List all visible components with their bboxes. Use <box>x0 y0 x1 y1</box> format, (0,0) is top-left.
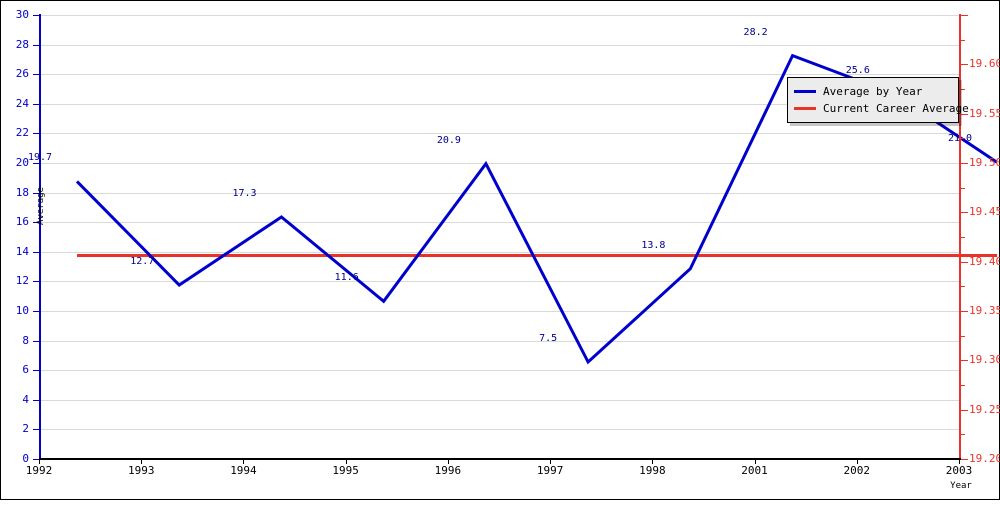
y-tick-left <box>33 103 39 105</box>
y-tick-right-minor <box>961 187 965 189</box>
y-tick-label-left: 30 <box>15 8 29 21</box>
y-tick-left <box>33 281 39 283</box>
y-tick-left <box>33 251 39 253</box>
legend-label-current-career-average: Current Career Average <box>823 101 969 115</box>
y-tick-label-right: 19.40 <box>969 254 1000 268</box>
y-tick-label-right: 19.50 <box>969 156 1000 169</box>
y-tick-label-left: 8 <box>22 333 29 347</box>
y-tick-right-minor <box>961 237 965 238</box>
data-point-label: 20.9 <box>436 134 461 146</box>
data-point-label: 7.5 <box>539 333 558 344</box>
y-tick-right-minor <box>961 434 965 436</box>
y-tick-right-major <box>961 360 968 362</box>
y-tick-right-major <box>961 409 968 411</box>
y-tick-label-left: 14 <box>15 244 29 258</box>
y-tick-label-left: 12 <box>15 274 29 288</box>
x-tick-label: 1992 <box>25 464 53 477</box>
y-tick-label-left: 22 <box>15 126 29 140</box>
y-tick-label-left: 10 <box>15 304 29 317</box>
x-axis <box>39 458 961 460</box>
y-tick-label-right: 19.55 <box>969 106 1000 120</box>
y-tick-right-major <box>961 15 968 16</box>
y-tick-left <box>33 399 39 401</box>
data-point-label: 28.2 <box>743 26 768 38</box>
legend-swatch-blue <box>794 90 816 93</box>
y-tick-right-minor <box>961 385 965 386</box>
x-tick-label: 1996 <box>434 464 462 477</box>
y-tick-left <box>33 15 39 16</box>
y-tick-left <box>33 340 39 342</box>
y-tick-right-minor <box>961 286 965 288</box>
y-tick-left <box>33 74 39 76</box>
y-tick-label-left: 28 <box>15 37 29 51</box>
y-tick-right-minor <box>961 39 965 41</box>
y-tick-left <box>33 44 39 46</box>
x-tick-label: 2001 <box>741 464 768 477</box>
y-tick-label-left: 18 <box>15 185 29 199</box>
y-tick-label-right: 19.60 <box>969 57 1000 71</box>
x-tick-label: 1998 <box>639 464 666 477</box>
y-tick-label-right: 19.35 <box>969 304 1000 317</box>
y-tick-right-minor <box>961 89 965 90</box>
y-tick-label-right: 19.25 <box>969 402 1000 416</box>
y-tick-left <box>33 429 39 431</box>
data-point-label: 25.6 <box>845 65 870 77</box>
y-tick-right-major <box>961 64 968 66</box>
y-tick-right-major <box>961 261 968 263</box>
chart-legend[interactable]: Average by Year Current Career Average <box>787 77 969 123</box>
legend-item-average-by-year[interactable]: Average by Year <box>794 83 952 100</box>
data-point-label: 13.8 <box>641 239 666 251</box>
y-tick-left <box>33 133 39 135</box>
x-tick-label: 1994 <box>230 464 257 477</box>
x-tick-label: 1993 <box>127 464 155 477</box>
y-tick-right-major <box>961 163 968 164</box>
y-tick-label-left: 24 <box>15 96 29 110</box>
y-tick-label-right: 19.45 <box>969 205 1000 219</box>
data-point-label: 11.6 <box>334 272 359 284</box>
y-tick-right-minor <box>961 335 965 337</box>
data-point-label: 12.7 <box>130 256 155 268</box>
y-tick-label-left: 16 <box>15 215 29 229</box>
x-axis-title: Year <box>950 481 972 491</box>
y-tick-right-major <box>961 459 968 460</box>
y-tick-label-left: 6 <box>22 363 29 377</box>
y-axis-title: Average <box>36 187 46 225</box>
y-tick-right-major <box>961 311 968 312</box>
y-tick-left <box>33 311 39 312</box>
y-tick-label-right: 19.20 <box>969 452 1000 465</box>
x-tick-label: 1995 <box>332 464 359 477</box>
y-tick-left <box>33 370 39 372</box>
legend-swatch-red <box>794 107 816 110</box>
legend-label-average-by-year: Average by Year <box>823 84 923 98</box>
legend-item-current-career-average[interactable]: Current Career Average <box>794 100 969 117</box>
y-tick-label-left: 4 <box>22 392 29 406</box>
x-tick-label: 1997 <box>536 464 564 477</box>
line-chart: 0 2 4 6 8 10 12 14 16 18 20 22 24 26 28 30 19.20 19.25 19… <box>0 0 1000 500</box>
y-tick-label-left: 2 <box>22 422 29 436</box>
y-tick-label-left: 26 <box>15 67 29 81</box>
x-tick-label: 2003 <box>945 464 973 477</box>
data-point-label: 17.3 <box>232 187 257 199</box>
y-tick-label-left: 20 <box>15 156 29 169</box>
y-tick-label-left: 0 <box>22 452 29 465</box>
y-tick-right-major <box>961 212 968 214</box>
x-tick-label: 2002 <box>843 464 871 477</box>
data-point-label: 21.0 <box>948 133 973 145</box>
y-tick-label-right: 19.30 <box>969 353 1000 367</box>
